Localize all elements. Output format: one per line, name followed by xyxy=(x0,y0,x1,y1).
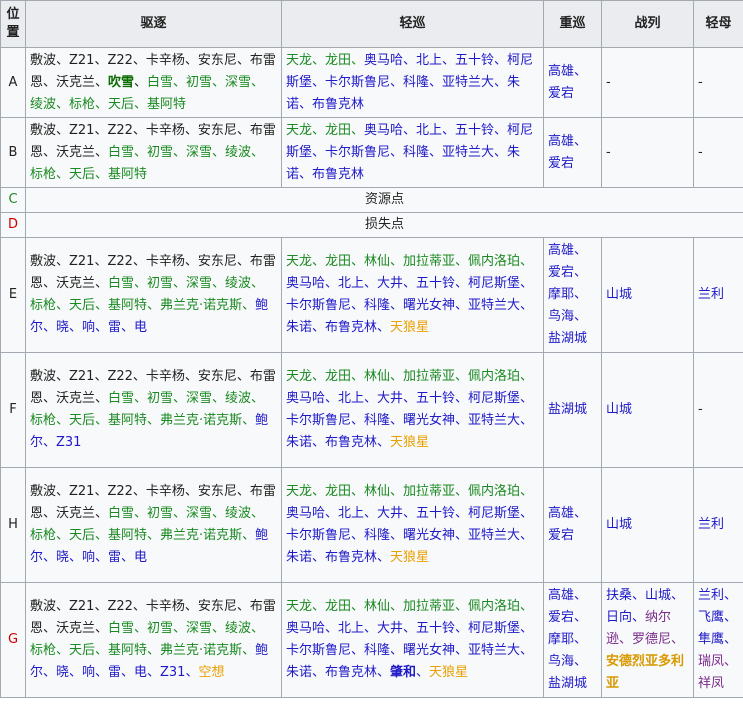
ship-names[interactable]: 天龙、龙田、 xyxy=(286,123,364,138)
header-light-cruiser: 轻巡 xyxy=(281,0,544,48)
ship-names[interactable]: 高雄、爱宕 xyxy=(548,134,587,171)
ship-names[interactable]: 肇和 xyxy=(390,665,416,680)
ship-names[interactable]: 天狼星 xyxy=(429,665,468,680)
ship-names[interactable]: 山城 xyxy=(606,517,632,532)
heavy-cruiser-cell: 高雄、爱宕、摩耶、鸟海、盐湖城 xyxy=(543,582,602,698)
ship-names[interactable]: 兰利 xyxy=(698,287,724,302)
battleship-cell: - xyxy=(601,117,694,188)
ship-names[interactable]: 天龙、龙田、林仙、加拉蒂亚、佩内洛珀、 xyxy=(286,484,533,499)
table-row-h: H 敷波、Z21、Z22、卡辛杨、安东尼、布雷恩、沃克兰、白雪、初雪、深雪、绫波、… xyxy=(0,467,743,583)
ship-names[interactable]: 天狼星 xyxy=(390,550,429,565)
ship-names[interactable]: 天狼星 xyxy=(390,435,429,450)
ship-names[interactable]: 天龙、龙田、 xyxy=(286,53,364,68)
battleship-cell: 山城 xyxy=(601,237,694,353)
ship-names[interactable]: 高雄、爱宕 xyxy=(548,64,587,101)
ship-names[interactable]: 瑞凤、祥凤 xyxy=(698,654,737,691)
destroyer-cell: 敷波、Z21、Z22、卡辛杨、安东尼、布雷恩、沃克兰、白雪、初雪、深雪、绫波、标… xyxy=(25,237,282,353)
position-cell: E xyxy=(0,237,26,353)
ship-names[interactable]: 天龙、龙田、林仙、加拉蒂亚、佩内洛珀、 xyxy=(286,369,533,384)
ship-names[interactable]: 山城 xyxy=(606,402,632,417)
ship-names[interactable]: 高雄、爱宕 xyxy=(548,506,587,543)
heavy-cruiser-cell: 高雄、爱宕 xyxy=(543,47,602,118)
destroyer-cell: 敷波、Z21、Z22、卡辛杨、安东尼、布雷恩、沃克兰、白雪、初雪、深雪、绫波、标… xyxy=(25,117,282,188)
span-cell: 损失点 xyxy=(25,212,743,238)
ship-names[interactable]: 高雄、爱宕、摩耶、鸟海、盐湖城 xyxy=(548,588,587,691)
ship-names[interactable]: 盐湖城 xyxy=(548,402,587,417)
position-cell: A xyxy=(0,47,26,118)
destroyer-cell: 敷波、Z21、Z22、卡辛杨、安东尼、布雷恩、沃克兰、吹雪、白雪、初雪、深雪、绫… xyxy=(25,47,282,118)
light-cruiser-cell: 天龙、龙田、林仙、加拉蒂亚、佩内洛珀、奥马哈、北上、大井、五十铃、柯尼斯堡、卡尔… xyxy=(281,237,544,353)
table-row-a: A 敷波、Z21、Z22、卡辛杨、安东尼、布雷恩、沃克兰、吹雪、白雪、初雪、深雪、… xyxy=(0,47,743,118)
light-carrier-cell: - xyxy=(693,352,743,468)
ship-names[interactable]: 兰利、飞鹰、隼鹰、 xyxy=(698,588,737,647)
table-row-d: D 损失点 xyxy=(0,212,743,238)
ship-names[interactable]: - xyxy=(606,75,611,90)
header-position: 位置 xyxy=(0,0,26,48)
table-body: A 敷波、Z21、Z22、卡辛杨、安东尼、布雷恩、沃克兰、吹雪、白雪、初雪、深雪、… xyxy=(0,47,743,698)
light-carrier-cell: - xyxy=(693,47,743,118)
light-cruiser-cell: 天龙、龙田、奥马哈、北上、五十铃、柯尼斯堡、卡尔斯鲁尼、科隆、亚特兰大、朱诺、布… xyxy=(281,47,544,118)
ship-names[interactable]: 高雄、爱宕、摩耶、鸟海、盐湖城 xyxy=(548,243,587,346)
heavy-cruiser-cell: 盐湖城 xyxy=(543,352,602,468)
header-light-carrier: 轻母 xyxy=(693,0,743,48)
header-battleship: 战列 xyxy=(601,0,694,48)
table-row-c: C 资源点 xyxy=(0,187,743,213)
light-cruiser-cell: 天龙、龙田、林仙、加拉蒂亚、佩内洛珀、奥马哈、北上、大井、五十铃、柯尼斯堡、卡尔… xyxy=(281,352,544,468)
heavy-cruiser-cell: 高雄、爱宕、摩耶、鸟海、盐湖城 xyxy=(543,237,602,353)
ship-names[interactable]: 安德烈亚多利亚 xyxy=(606,654,684,691)
position-cell: G xyxy=(0,582,26,698)
light-carrier-cell: 兰利 xyxy=(693,467,743,583)
ship-names[interactable]: 空想 xyxy=(198,665,224,680)
header-heavy-cruiser: 重巡 xyxy=(543,0,602,48)
battleship-cell: 扶桑、山城、日向、纳尔逊、罗德尼、安德烈亚多利亚 xyxy=(601,582,694,698)
position-cell: C xyxy=(0,187,26,213)
battleship-cell: 山城 xyxy=(601,352,694,468)
ship-names[interactable]: - xyxy=(698,145,703,160)
destroyer-cell: 敷波、Z21、Z22、卡辛杨、安东尼、布雷恩、沃克兰、白雪、初雪、深雪、绫波、标… xyxy=(25,352,282,468)
ship-names[interactable]: - xyxy=(606,145,611,160)
heavy-cruiser-cell: 高雄、爱宕 xyxy=(543,467,602,583)
position-cell: F xyxy=(0,352,26,468)
table-row-f: F 敷波、Z21、Z22、卡辛杨、安东尼、布雷恩、沃克兰、白雪、初雪、深雪、绫波、… xyxy=(0,352,743,468)
ship-names[interactable]: 吹雪 xyxy=(108,75,134,90)
table-header-row: 位置 驱逐 轻巡 重巡 战列 轻母 xyxy=(0,0,743,48)
ship-names[interactable]: - xyxy=(698,402,703,417)
position-cell: D xyxy=(0,212,26,238)
table-row-b: B 敷波、Z21、Z22、卡辛杨、安东尼、布雷恩、沃克兰、白雪、初雪、深雪、绫波、… xyxy=(0,117,743,188)
ship-names[interactable]: 天龙、龙田、林仙、加拉蒂亚、佩内洛珀、 xyxy=(286,254,533,269)
position-cell: B xyxy=(0,117,26,188)
ship-names[interactable]: 、 xyxy=(416,665,429,680)
light-cruiser-cell: 天龙、龙田、林仙、加拉蒂亚、佩内洛珀、奥马哈、北上、大井、五十铃、柯尼斯堡、卡尔… xyxy=(281,467,544,583)
table-row-g: G 敷波、Z21、Z22、卡辛杨、安东尼、布雷恩、沃克兰、白雪、初雪、深雪、绫波、… xyxy=(0,582,743,698)
ship-names[interactable]: 天狼星 xyxy=(390,320,429,335)
battleship-cell: 山城 xyxy=(601,467,694,583)
light-carrier-cell: - xyxy=(693,117,743,188)
ship-names[interactable]: - xyxy=(698,75,703,90)
header-destroyer: 驱逐 xyxy=(25,0,282,48)
destroyer-cell: 敷波、Z21、Z22、卡辛杨、安东尼、布雷恩、沃克兰、白雪、初雪、深雪、绫波、标… xyxy=(25,467,282,583)
position-cell: H xyxy=(0,467,26,583)
ship-names[interactable]: 山城 xyxy=(606,287,632,302)
light-carrier-cell: 兰利、飞鹰、隼鹰、瑞凤、祥凤 xyxy=(693,582,743,698)
ship-names[interactable]: 兰利 xyxy=(698,517,724,532)
light-carrier-cell: 兰利 xyxy=(693,237,743,353)
ship-names[interactable]: 天龙、龙田、林仙、加拉蒂亚、佩内洛珀、 xyxy=(286,599,533,614)
heavy-cruiser-cell: 高雄、爱宕 xyxy=(543,117,602,188)
table-row-e: E 敷波、Z21、Z22、卡辛杨、安东尼、布雷恩、沃克兰、白雪、初雪、深雪、绫波、… xyxy=(0,237,743,353)
drop-table: 位置 驱逐 轻巡 重巡 战列 轻母 A 敷波、Z21、Z22、卡辛杨、安东尼、布雷… xyxy=(0,0,743,698)
battleship-cell: - xyxy=(601,47,694,118)
light-cruiser-cell: 天龙、龙田、林仙、加拉蒂亚、佩内洛珀、奥马哈、北上、大井、五十铃、柯尼斯堡、卡尔… xyxy=(281,582,544,698)
light-cruiser-cell: 天龙、龙田、奥马哈、北上、五十铃、柯尼斯堡、卡尔斯鲁尼、科隆、亚特兰大、朱诺、布… xyxy=(281,117,544,188)
span-cell: 资源点 xyxy=(25,187,743,213)
ship-names[interactable]: 、 xyxy=(134,75,147,90)
destroyer-cell: 敷波、Z21、Z22、卡辛杨、安东尼、布雷恩、沃克兰、白雪、初雪、深雪、绫波、标… xyxy=(25,582,282,698)
